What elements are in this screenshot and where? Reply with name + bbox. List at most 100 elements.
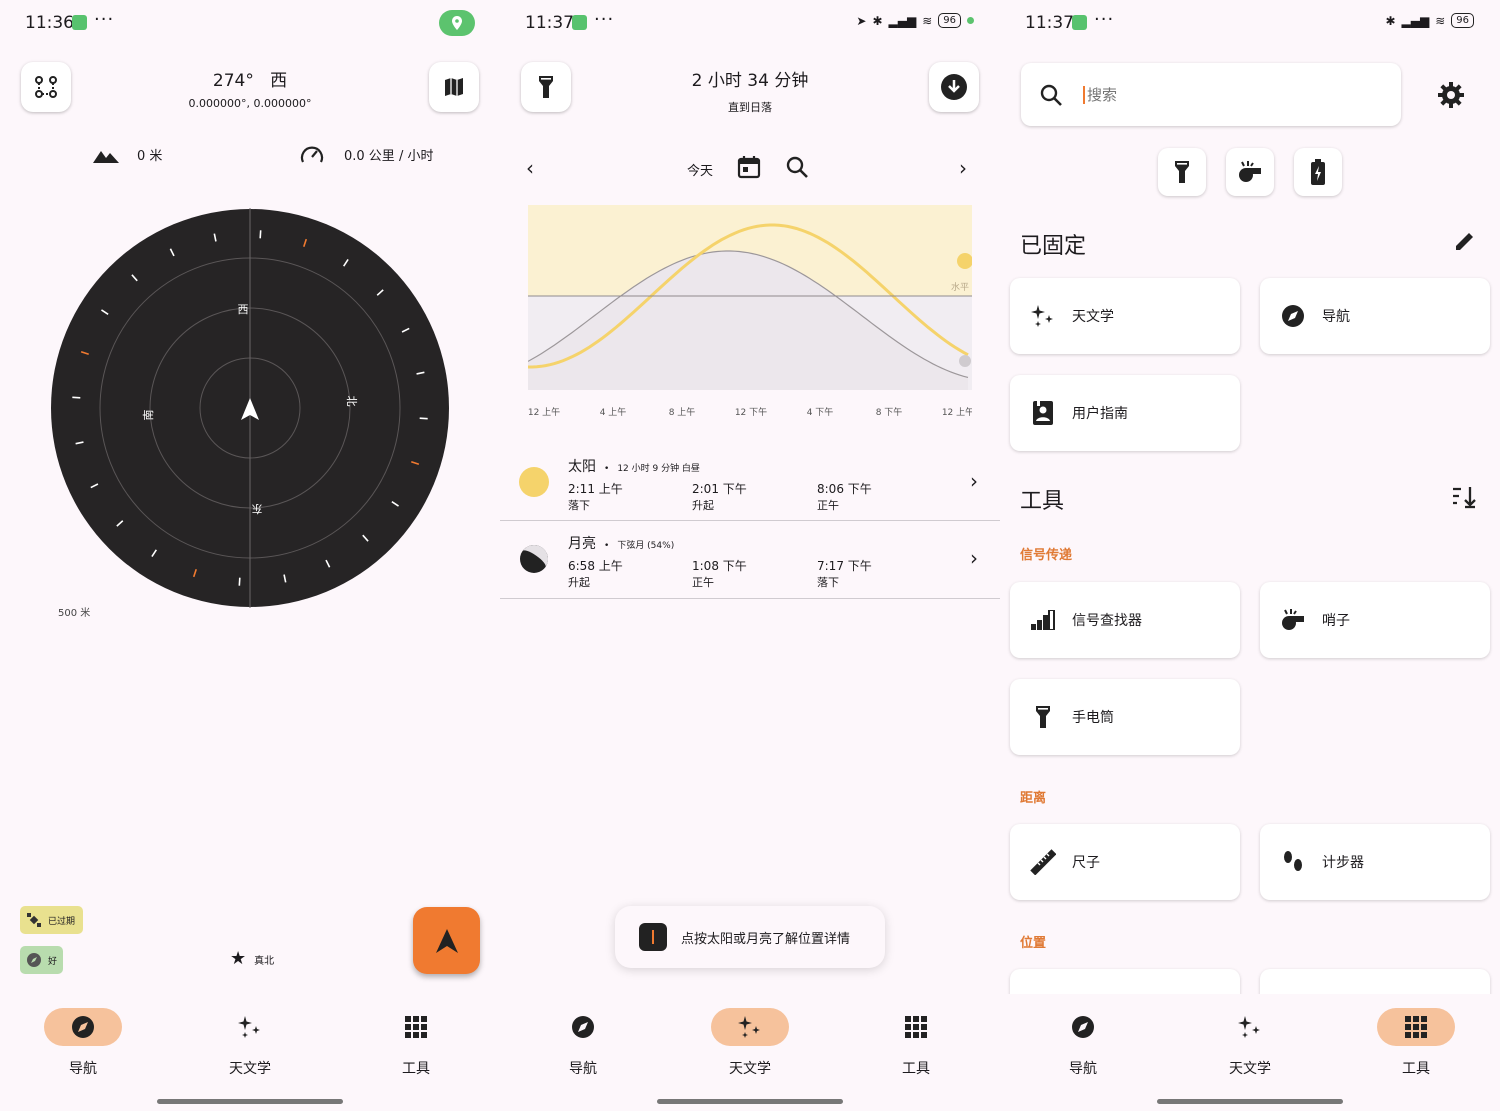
nav-navigation[interactable]: 导航	[528, 1008, 638, 1078]
map-button[interactable]	[429, 62, 479, 112]
download-icon	[941, 74, 967, 100]
flashlight-icon	[1036, 706, 1050, 728]
sort-button[interactable]	[1452, 485, 1478, 513]
more-dots: ···	[594, 9, 615, 30]
home-indicator[interactable]	[657, 1099, 843, 1104]
tool-whistle-card[interactable]: 哨子	[1260, 582, 1490, 658]
card-label: 计步器	[1322, 855, 1364, 871]
tool-ruler-card[interactable]: 尺子	[1010, 824, 1240, 900]
status-bar: 11:37 ··· ➤ ✱ ▂▄▆ ≋ 96	[500, 0, 1000, 46]
pinned-astronomy-card[interactable]: 天文学	[1010, 278, 1240, 354]
route-icon	[35, 76, 57, 98]
battery-indicator: 96	[938, 13, 961, 28]
countdown-subtitle: 直到日落	[728, 101, 772, 114]
cardinal-west: 西	[238, 303, 249, 316]
sunset-countdown: 2 小时 34 分钟 直到日落	[650, 66, 850, 115]
home-indicator[interactable]	[1157, 1099, 1343, 1104]
next-day-button[interactable]: ›	[959, 156, 967, 180]
edit-pinned-button[interactable]	[1453, 229, 1477, 257]
nav-astronomy-label: 天文学	[729, 1061, 771, 1077]
navigation-arrow-icon	[435, 928, 458, 953]
route-button[interactable]	[21, 62, 71, 112]
home-indicator[interactable]	[157, 1099, 343, 1104]
altitude-readout: 0 米	[93, 145, 162, 164]
compass-status-badge[interactable]: 好	[20, 946, 63, 974]
nav-tools[interactable]: 工具	[861, 1008, 971, 1078]
nav-navigation[interactable]: 导航	[1028, 1008, 1138, 1078]
moon-row[interactable]: 月亮 • 下弦月 (54%) 6:58 上午 升起 1:08 下午 正午 7:17 …	[500, 522, 1000, 599]
x-tick-label: 8 下午	[876, 406, 903, 418]
nav-tools[interactable]: 工具	[361, 1008, 471, 1078]
search-box[interactable]	[1021, 63, 1401, 126]
pinned-user-guide-card[interactable]: 用户指南	[1010, 375, 1240, 451]
download-button[interactable]	[929, 62, 979, 112]
bluetooth-icon: ✱	[872, 13, 883, 28]
bottom-navigation: 导航 天文学 工具	[500, 994, 1000, 1111]
sun-header: 太阳 • 12 小时 9 分钟 白昼	[568, 456, 700, 476]
star-icon: ★	[230, 948, 247, 969]
sun-event-time: 2:01 下午	[692, 482, 747, 496]
prev-day-button[interactable]: ‹	[526, 156, 534, 180]
nav-astronomy[interactable]: 天文学	[695, 1008, 805, 1078]
moon-event-0: 6:58 上午 升起	[568, 557, 623, 590]
compass-status-text: 好	[48, 956, 58, 967]
sparkles-icon	[1031, 305, 1053, 327]
sun-event-label: 升起	[692, 499, 714, 512]
green-dot-icon	[967, 17, 974, 24]
quick-whistle-button[interactable]	[1226, 148, 1274, 196]
pinned-navigation-card[interactable]: 导航	[1260, 278, 1490, 354]
status-time: 11:37	[525, 13, 574, 33]
moon-marker[interactable]	[959, 355, 971, 367]
shield-icon	[72, 15, 87, 30]
card-label: 用户指南	[1072, 406, 1128, 422]
navigate-fab[interactable]	[413, 907, 480, 974]
tool-signal-finder-card[interactable]: 信号查找器	[1010, 582, 1240, 658]
moon-event-label: 升起	[568, 576, 590, 589]
signal-icon: ▂▄▆	[888, 13, 917, 28]
bottom-navigation: 导航 天文学 工具	[1000, 994, 1500, 1111]
calendar-button[interactable]	[737, 155, 761, 183]
gps-status-badge[interactable]: 已过期	[20, 906, 83, 934]
location-arrow-icon: ➤	[856, 13, 867, 28]
quick-flashlight-button[interactable]	[1158, 148, 1206, 196]
signal-bars-icon	[1031, 610, 1055, 630]
moon-event-1: 1:08 下午 正午	[692, 557, 747, 590]
sun-moon-chart[interactable]: 水平 12 上午 4 上午 8 上午 12 下午 4 下午 8 下午 12 上午	[528, 205, 972, 425]
true-north-label: 真北	[254, 955, 275, 967]
heading-degrees: 274°	[212, 71, 254, 91]
nav-tools-label: 工具	[402, 1061, 430, 1077]
settings-button[interactable]	[1437, 81, 1465, 113]
sun-row[interactable]: 太阳 • 12 小时 9 分钟 白昼 2:11 上午 落下 2:01 下午 升起 8…	[500, 445, 1000, 521]
flashlight-button[interactable]	[521, 62, 571, 112]
quick-battery-button[interactable]	[1294, 148, 1342, 196]
sun-note: 12 小时 9 分钟 白昼	[617, 464, 700, 474]
sparkles-icon	[238, 1016, 260, 1038]
nav-navigation-label: 导航	[569, 1061, 597, 1077]
nav-astronomy[interactable]: 天文学	[1195, 1008, 1305, 1078]
nav-astronomy[interactable]: 天文学	[195, 1008, 305, 1078]
tool-pedometer-card[interactable]: 计步器	[1260, 824, 1490, 900]
nav-navigation-label: 导航	[1069, 1061, 1097, 1077]
moon-event-label: 正午	[692, 576, 714, 589]
nav-tools-label: 工具	[902, 1061, 930, 1077]
nav-navigation[interactable]: 导航	[28, 1008, 138, 1078]
search-date-button[interactable]	[785, 155, 809, 183]
battery-charging-icon	[1311, 159, 1325, 185]
status-time: 11:36	[25, 13, 74, 33]
hint-toast: 点按太阳或月亮了解位置详情	[615, 906, 885, 968]
x-tick-label: 4 下午	[807, 406, 834, 418]
calendar-icon	[737, 156, 761, 179]
search-input[interactable]	[1083, 85, 1363, 104]
status-bar: 11:37 ··· ✱ ▂▄▆ ≋ 96	[1000, 0, 1500, 46]
compass-dial[interactable]: 北 南 东 西	[50, 208, 450, 608]
battery-indicator: 96	[1451, 13, 1474, 28]
tool-flashlight-card[interactable]: 手电筒	[1010, 679, 1240, 755]
nav-tools[interactable]: 工具	[1361, 1008, 1471, 1078]
shield-icon	[572, 15, 587, 30]
coordinates: 0.000000°, 0.000000°	[188, 97, 312, 110]
grid-icon	[1405, 1016, 1427, 1038]
category-distance: 距离	[1020, 791, 1047, 806]
shield-icon	[1072, 15, 1087, 30]
sort-icon	[1453, 487, 1476, 509]
today-label[interactable]: 今天	[687, 160, 713, 179]
